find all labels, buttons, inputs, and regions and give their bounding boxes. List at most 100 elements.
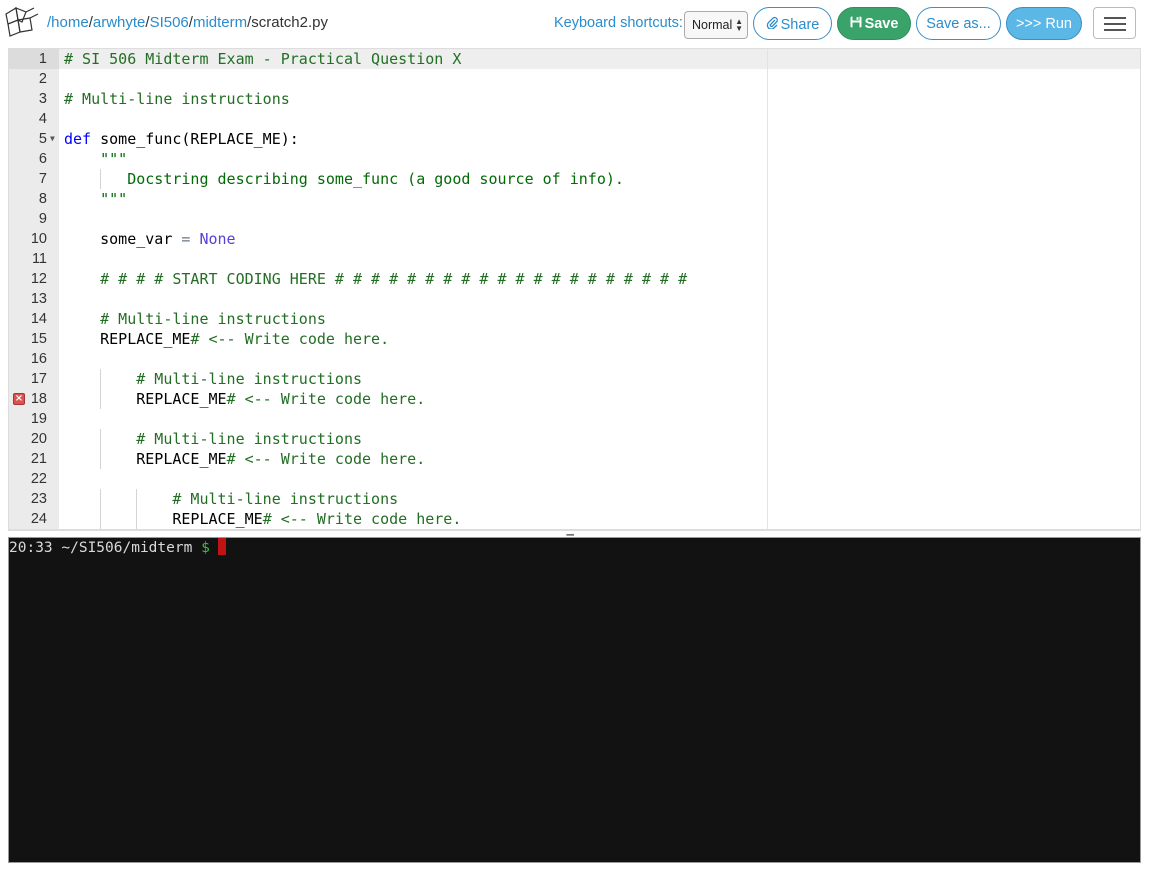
path-segment-home[interactable]: /home <box>47 14 89 31</box>
line-number[interactable]: 2 <box>9 69 47 89</box>
code-line[interactable]: 9 <box>9 209 1140 229</box>
path-segment-user[interactable]: arwhyte <box>93 14 146 31</box>
code-text: REPLACE_ME# <-- Write code here. <box>64 389 425 409</box>
code-token: # <-- Write code here. <box>226 450 426 468</box>
error-marker-icon[interactable]: × <box>13 393 25 405</box>
line-number[interactable]: 20 <box>9 429 47 449</box>
code-text: """ <box>64 149 127 169</box>
line-number[interactable]: 7 <box>9 169 47 189</box>
code-token: # <-- Write code here. <box>262 510 462 528</box>
code-text: REPLACE_ME# <-- Write code here. <box>64 449 425 469</box>
pythonanywhere-logo-icon[interactable] <box>2 6 42 40</box>
fold-arrow-icon[interactable]: ▼ <box>50 129 55 149</box>
code-editor[interactable]: 1 # SI 506 Midterm Exam - Practical Quest… <box>8 48 1141 530</box>
line-number[interactable]: 1 <box>9 49 47 69</box>
code-line[interactable]: 13 <box>9 289 1140 309</box>
menu-bar-line <box>1104 23 1126 25</box>
code-line[interactable]: 5 ▼ def some_func(REPLACE_ME): <box>9 129 1140 149</box>
line-number[interactable]: 24 <box>9 509 47 529</box>
code-line[interactable]: 4 <box>9 109 1140 129</box>
terminal-prompt-path: 20:33 ~/SI506/midterm <box>9 540 202 556</box>
code-token: # <-- Write code here. <box>190 330 390 348</box>
code-text: # Multi-line instructions <box>64 89 290 109</box>
pane-splitter[interactable]: ▪▪▪▪▪ <box>8 530 1141 539</box>
line-number[interactable]: 3 <box>9 89 47 109</box>
line-number[interactable]: 9 <box>9 209 47 229</box>
save-button[interactable]: Save <box>837 7 911 40</box>
code-line[interactable]: 15 REPLACE_ME# <-- Write code here. <box>9 329 1140 349</box>
line-number[interactable]: 6 <box>9 149 47 169</box>
code-token: some_func(REPLACE_ME): <box>91 130 299 148</box>
code-token: """ <box>64 190 128 208</box>
line-number[interactable]: 22 <box>9 469 47 489</box>
path-segment-folder[interactable]: midterm <box>193 14 247 31</box>
line-number[interactable]: 15 <box>9 329 47 349</box>
editor-lines: 1 # SI 506 Midterm Exam - Practical Quest… <box>9 49 1140 529</box>
code-line[interactable]: 23 # Multi-line instructions <box>9 489 1140 509</box>
file-path-breadcrumb: /home/arwhyte/SI506/midterm/scratch2.py <box>47 14 328 31</box>
code-text: """ <box>64 189 127 209</box>
line-number[interactable]: 11 <box>9 249 47 269</box>
code-line[interactable]: 11 <box>9 249 1140 269</box>
run-button[interactable]: >>> Run <box>1006 7 1082 40</box>
code-line[interactable]: 8 """ <box>9 189 1140 209</box>
save-as-button[interactable]: Save as... <box>916 7 1001 40</box>
code-text: # SI 506 Midterm Exam - Practical Questi… <box>64 49 461 69</box>
code-line[interactable]: 16 <box>9 349 1140 369</box>
line-number[interactable]: 16 <box>9 349 47 369</box>
line-number[interactable]: 19 <box>9 409 47 429</box>
hamburger-menu-icon[interactable] <box>1093 7 1136 39</box>
line-number[interactable]: 23 <box>9 489 47 509</box>
code-token: # # # # START CODING HERE # # # # # # # … <box>64 270 688 288</box>
code-token: REPLACE_ME <box>64 330 191 348</box>
code-line[interactable]: 1 # SI 506 Midterm Exam - Practical Quest… <box>9 49 1140 69</box>
code-line[interactable]: 6 """ <box>9 149 1140 169</box>
code-token: REPLACE_ME <box>64 450 227 468</box>
code-line[interactable]: 17 # Multi-line instructions <box>9 369 1140 389</box>
code-line[interactable]: 21 REPLACE_ME# <-- Write code here. <box>9 449 1140 469</box>
keyboard-shortcuts-label: Keyboard shortcuts: <box>554 15 683 31</box>
menu-bar-line <box>1104 29 1126 31</box>
line-number[interactable]: 5 <box>9 129 47 149</box>
code-line[interactable]: 20 # Multi-line instructions <box>9 429 1140 449</box>
line-number[interactable]: 13 <box>9 289 47 309</box>
code-line[interactable]: 24 REPLACE_ME# <-- Write code here. <box>9 509 1140 529</box>
line-number[interactable]: 21 <box>9 449 47 469</box>
line-number[interactable]: 10 <box>9 229 47 249</box>
code-text: some_var = None <box>64 229 235 249</box>
code-text: REPLACE_ME# <-- Write code here. <box>64 329 389 349</box>
code-token: # Multi-line instructions <box>64 430 363 448</box>
line-number[interactable]: 14 <box>9 309 47 329</box>
save-label: Save <box>864 16 899 32</box>
keyboard-mode-select[interactable]: Normal ▲ ▼ <box>684 11 748 39</box>
code-token: def <box>64 130 92 148</box>
code-text: Docstring describing some_func (a good s… <box>64 169 624 189</box>
code-token: # Multi-line instructions <box>64 370 363 388</box>
line-number[interactable]: 8 <box>9 189 47 209</box>
terminal-prompt-line: 20:33 ~/SI506/midterm $ <box>9 538 226 557</box>
bash-console[interactable]: 20:33 ~/SI506/midterm $ <box>8 537 1141 863</box>
terminal-prompt-symbol: $ <box>201 540 210 556</box>
code-token: # Multi-line instructions <box>64 490 399 508</box>
share-button[interactable]: Share <box>753 7 832 40</box>
line-number[interactable]: 12 <box>9 269 47 289</box>
code-line[interactable]: 14 # Multi-line instructions <box>9 309 1140 329</box>
code-line[interactable]: 7 Docstring describing some_func (a good… <box>9 169 1140 189</box>
code-token: REPLACE_ME <box>64 510 263 528</box>
line-number[interactable]: 4 <box>9 109 47 129</box>
code-line[interactable]: 22 <box>9 469 1140 489</box>
code-text: REPLACE_ME# <-- Write code here. <box>64 509 461 529</box>
menu-bar-line <box>1104 17 1126 19</box>
code-line[interactable]: 19 <box>9 409 1140 429</box>
code-line[interactable]: 10 some_var = None <box>9 229 1140 249</box>
code-token: # SI 506 Midterm Exam - Practical Questi… <box>64 50 462 68</box>
code-text: # Multi-line instructions <box>64 369 362 389</box>
terminal-cursor[interactable] <box>217 538 226 555</box>
code-line[interactable]: 3 # Multi-line instructions <box>9 89 1140 109</box>
code-line[interactable]: 18 × REPLACE_ME# <-- Write code here. <box>9 389 1140 409</box>
code-line[interactable]: 2 <box>9 69 1140 89</box>
path-segment-course[interactable]: SI506 <box>150 14 189 31</box>
code-token: # Multi-line instructions <box>64 310 326 328</box>
code-line[interactable]: 12 # # # # START CODING HERE # # # # # #… <box>9 269 1140 289</box>
line-number[interactable]: 17 <box>9 369 47 389</box>
